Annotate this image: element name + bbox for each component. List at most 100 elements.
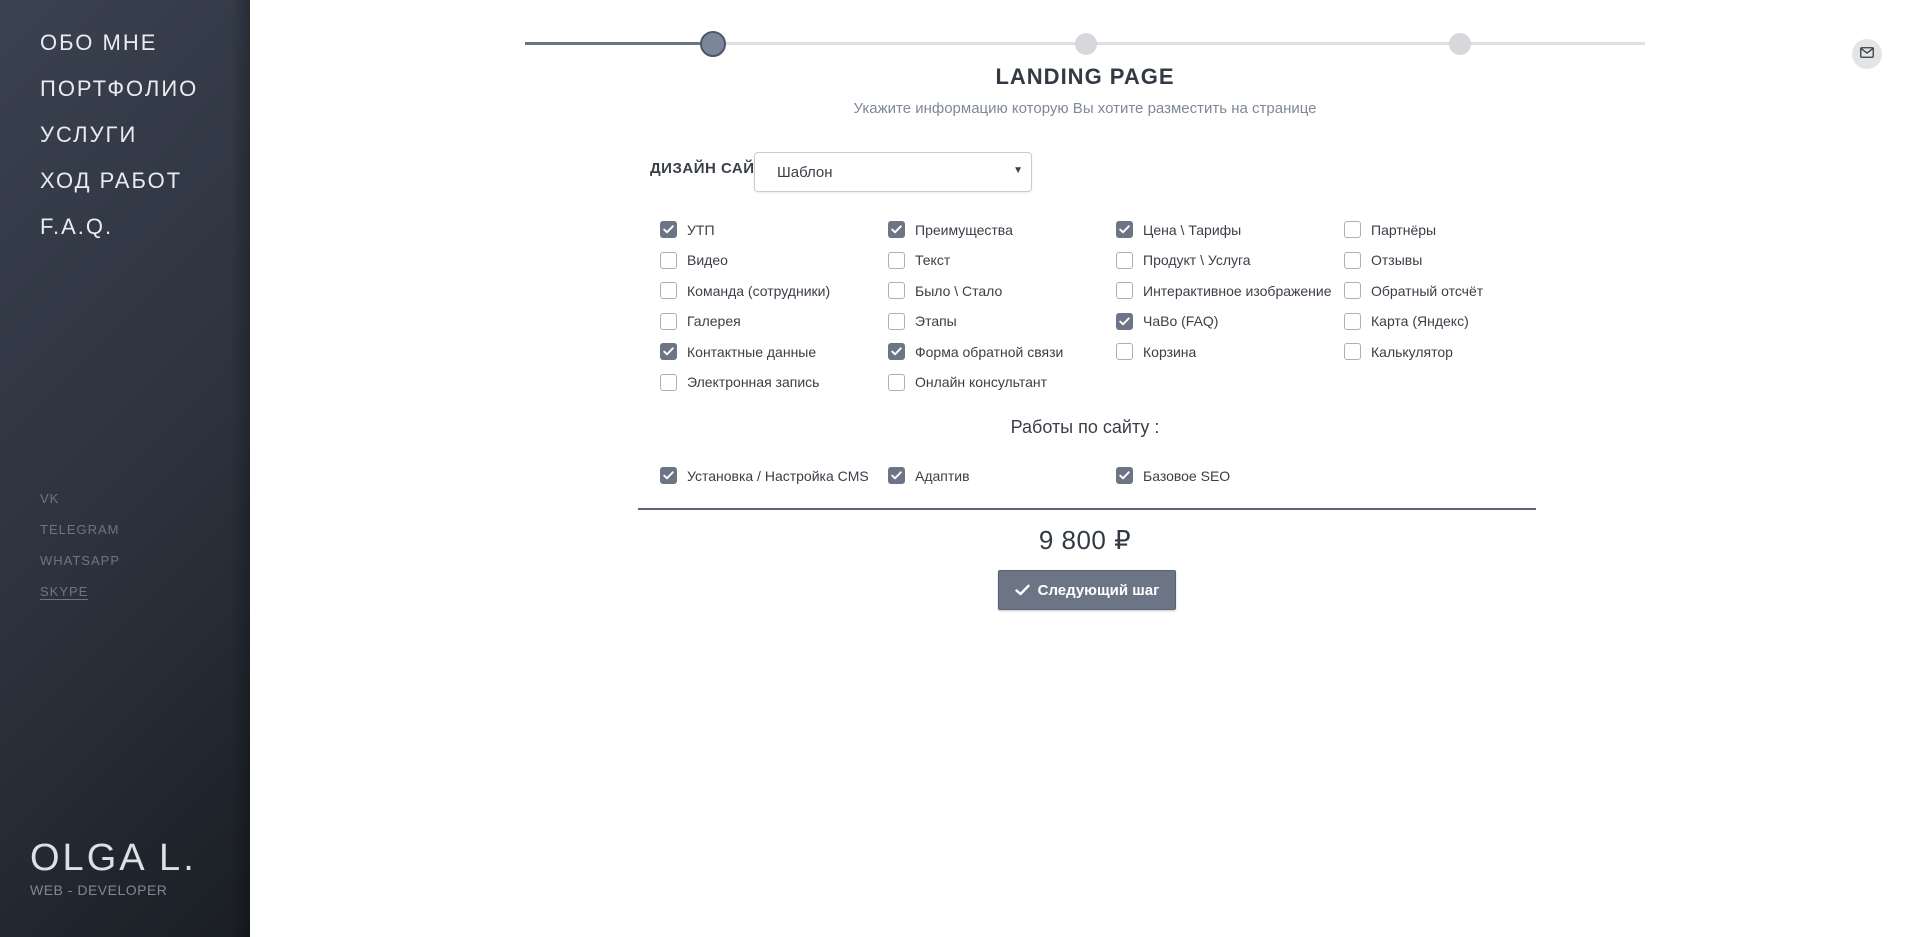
checkbox[interactable] bbox=[1116, 282, 1133, 299]
checkbox[interactable] bbox=[888, 373, 905, 391]
checkbox[interactable] bbox=[660, 251, 677, 269]
block-option[interactable]: ЧаВо (FAQ) bbox=[1116, 312, 1219, 330]
checkbox[interactable] bbox=[888, 282, 905, 299]
checkbox[interactable] bbox=[660, 221, 677, 238]
block-option[interactable]: Контактные данные bbox=[660, 343, 816, 360]
checkbox[interactable] bbox=[1344, 312, 1361, 330]
option-label: Видео bbox=[687, 252, 728, 268]
block-option[interactable]: Партнёры bbox=[1344, 221, 1436, 238]
option-label: Интерактивное изображение bbox=[1143, 282, 1332, 299]
social-link-skype[interactable]: SKYPE bbox=[40, 581, 120, 612]
checkbox[interactable] bbox=[1116, 221, 1133, 238]
main-nav: ОБО МНЕ ПОРТФОЛИО УСЛУГИ ХОД РАБОТ F.A.Q… bbox=[40, 26, 198, 256]
block-option[interactable]: Текст bbox=[888, 251, 951, 269]
option-label: Партнёры bbox=[1371, 221, 1437, 238]
checkbox[interactable] bbox=[888, 343, 905, 360]
checkbox[interactable] bbox=[660, 343, 677, 360]
step-dot-1[interactable] bbox=[700, 31, 726, 57]
page-title: LANDING PAGE bbox=[995, 64, 1175, 89]
checkbox[interactable] bbox=[888, 467, 905, 484]
block-option[interactable]: Корзина bbox=[1116, 343, 1196, 360]
envelope-icon bbox=[1860, 45, 1874, 63]
option-label: Цена \ Тарифы bbox=[1143, 221, 1242, 238]
checkbox[interactable] bbox=[660, 282, 677, 299]
design-select-value: Шаблон bbox=[777, 164, 833, 181]
option-label: Команда (сотрудники) bbox=[687, 282, 831, 299]
check-icon bbox=[1119, 316, 1130, 325]
option-label: Карта (Яндекс) bbox=[1371, 313, 1469, 329]
checkbox[interactable] bbox=[888, 221, 905, 238]
option-label: Форма обратной связи bbox=[915, 343, 1064, 360]
block-option[interactable]: Отзывы bbox=[1344, 251, 1422, 269]
checkbox[interactable] bbox=[1344, 251, 1361, 269]
block-option[interactable]: Продукт \ Услуга bbox=[1116, 251, 1251, 269]
step-dot-2[interactable] bbox=[1075, 33, 1097, 55]
brand-name: OLGA L. bbox=[30, 837, 197, 879]
checkbox[interactable] bbox=[888, 251, 905, 269]
nav-item-faq[interactable]: F.A.Q. bbox=[40, 210, 198, 256]
check-icon bbox=[663, 471, 674, 480]
option-label: Продукт \ Услуга bbox=[1143, 252, 1251, 268]
block-option[interactable]: Карта (Яндекс) bbox=[1344, 312, 1469, 330]
block-option[interactable]: Обратный отсчёт bbox=[1344, 282, 1483, 299]
block-option[interactable]: УТП bbox=[660, 221, 715, 238]
block-option[interactable]: Форма обратной связи bbox=[888, 343, 1063, 360]
checkbox[interactable] bbox=[1116, 251, 1133, 269]
check-icon bbox=[1119, 471, 1130, 480]
social-link-vk[interactable]: VK bbox=[40, 488, 120, 519]
block-option[interactable]: Видео bbox=[660, 251, 728, 269]
works-option[interactable]: Адаптив bbox=[888, 467, 970, 484]
block-option[interactable]: Калькулятор bbox=[1344, 343, 1453, 360]
block-option[interactable]: Было \ Стало bbox=[888, 282, 1002, 299]
checkbox[interactable] bbox=[1116, 467, 1133, 484]
step-track-fill bbox=[525, 42, 716, 45]
total-price: 9 800 ₽ bbox=[1038, 525, 1132, 555]
option-label: Было \ Стало bbox=[915, 282, 1003, 299]
option-label: Галерея bbox=[687, 313, 741, 329]
next-step-label: Следующий шаг bbox=[1037, 581, 1160, 599]
chevron-down-icon: ▼ bbox=[1013, 165, 1023, 176]
checkbox[interactable] bbox=[888, 312, 905, 330]
option-label: Корзина bbox=[1143, 343, 1197, 360]
design-select[interactable]: Шаблон ▼ bbox=[754, 152, 1032, 192]
brand-subtitle: WEB - DEVELOPER bbox=[30, 882, 168, 898]
nav-item-services[interactable]: УСЛУГИ bbox=[40, 118, 198, 164]
option-label: Контактные данные bbox=[687, 343, 817, 360]
check-icon bbox=[663, 225, 674, 234]
option-label: Преимущества bbox=[915, 221, 1013, 238]
step-progress bbox=[525, 31, 1645, 57]
option-label: Адаптив bbox=[915, 467, 970, 484]
option-label: Обратный отсчёт bbox=[1371, 282, 1484, 299]
checkbox[interactable] bbox=[660, 467, 677, 484]
works-option[interactable]: Установка / Настройка CMS bbox=[660, 467, 869, 484]
checkbox[interactable] bbox=[1344, 343, 1361, 360]
option-label: Этапы bbox=[915, 313, 957, 329]
option-label: Электронная запись bbox=[687, 374, 820, 390]
next-step-button[interactable]: Следующий шаг bbox=[998, 570, 1176, 610]
block-option[interactable]: Цена \ Тарифы bbox=[1116, 221, 1241, 238]
works-option[interactable]: Базовое SEO bbox=[1116, 467, 1230, 484]
checkbox[interactable] bbox=[1116, 343, 1133, 360]
checkbox[interactable] bbox=[660, 312, 677, 330]
checkbox[interactable] bbox=[1116, 312, 1133, 330]
nav-item-workflow[interactable]: ХОД РАБОТ bbox=[40, 164, 198, 210]
check-icon bbox=[891, 225, 902, 234]
block-option[interactable]: Интерактивное изображение bbox=[1116, 282, 1332, 299]
block-option[interactable]: Онлайн консультант bbox=[888, 373, 1047, 391]
block-option[interactable]: Команда (сотрудники) bbox=[660, 282, 830, 299]
checkbox[interactable] bbox=[1344, 282, 1361, 299]
checkbox[interactable] bbox=[1344, 221, 1361, 238]
sidebar: ОБО МНЕ ПОРТФОЛИО УСЛУГИ ХОД РАБОТ F.A.Q… bbox=[0, 0, 250, 937]
block-option[interactable]: Галерея bbox=[660, 312, 741, 330]
option-label: ЧаВо (FAQ) bbox=[1143, 313, 1219, 329]
check-icon bbox=[663, 347, 674, 356]
block-option[interactable]: Этапы bbox=[888, 312, 957, 330]
checkbox[interactable] bbox=[660, 373, 677, 391]
block-option[interactable]: Электронная запись bbox=[660, 373, 820, 391]
step-dot-3[interactable] bbox=[1449, 33, 1471, 55]
option-label: УТП bbox=[687, 221, 715, 238]
block-option[interactable]: Преимущества bbox=[888, 221, 1013, 238]
option-label: Текст bbox=[915, 252, 951, 268]
divider bbox=[638, 508, 1536, 510]
option-label: Базовое SEO bbox=[1143, 467, 1231, 484]
